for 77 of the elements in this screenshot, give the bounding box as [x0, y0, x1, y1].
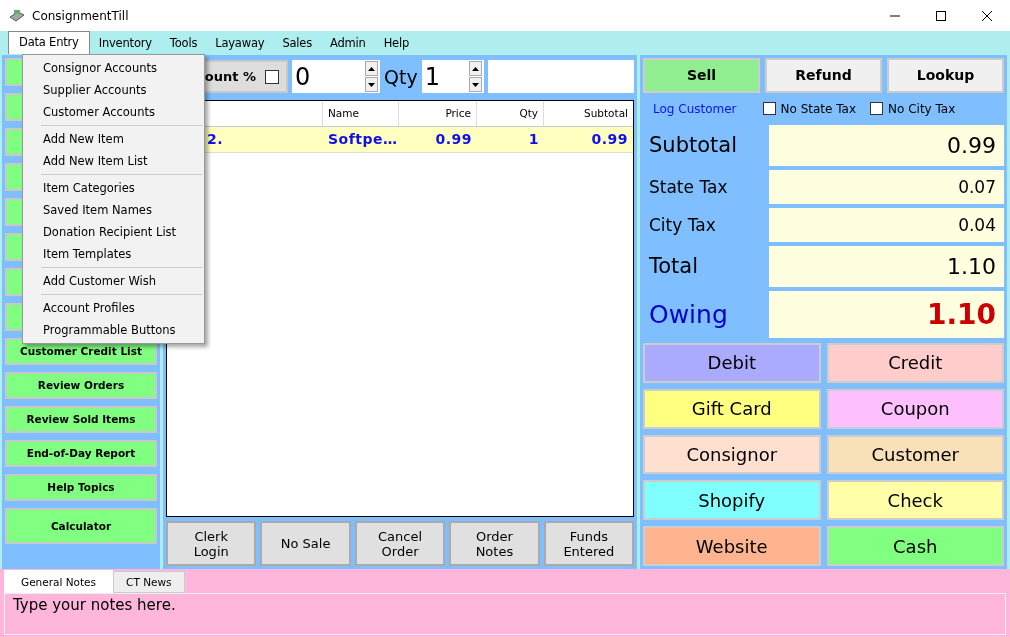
payment-button[interactable]: Credit: [826, 342, 1004, 383]
number-field[interactable]: 1: [421, 60, 484, 94]
menu-item[interactable]: Admin: [321, 31, 375, 54]
tab[interactable]: General Notes: [4, 570, 114, 593]
payment-button[interactable]: Debit: [643, 342, 821, 383]
total-value: 1.10: [769, 245, 1004, 287]
text-field[interactable]: [487, 60, 634, 94]
payment-button[interactable]: Consignor: [643, 434, 821, 475]
menu-entry[interactable]: Customer Accounts: [23, 101, 204, 123]
spin-down-icon[interactable]: [365, 77, 378, 93]
order-button[interactable]: Clerk Login: [166, 521, 257, 566]
payment-button[interactable]: Customer: [826, 434, 1004, 475]
log-customer-link[interactable]: Log Customer: [653, 101, 737, 116]
sidebar-button[interactable]: Help Topics: [5, 473, 157, 501]
menu-entry[interactable]: Add New Item List: [23, 150, 204, 172]
order-button[interactable]: Order Notes: [449, 521, 540, 566]
window-title: ConsignmentTill: [32, 8, 129, 23]
order-button[interactable]: Funds Entered: [543, 521, 635, 566]
total-label: Owing: [648, 299, 729, 329]
mode-button[interactable]: Lookup: [887, 57, 1004, 93]
number-field[interactable]: 0: [292, 60, 380, 94]
app-icon: [8, 8, 26, 23]
menu-entry[interactable]: Account Profiles: [23, 297, 204, 319]
checkbox-label: No State Tax: [780, 101, 857, 116]
menu-entry[interactable]: Donation Recipient List: [23, 221, 204, 243]
menu-item[interactable]: Inventory: [89, 31, 161, 54]
menu-item[interactable]: Tools: [160, 31, 207, 54]
menu-entry[interactable]: Item Categories: [23, 177, 204, 199]
total-label: Subtotal: [648, 133, 738, 158]
spin-down-icon[interactable]: [468, 77, 482, 93]
checkbox[interactable]: [870, 102, 884, 116]
payment-button[interactable]: Check: [826, 480, 1004, 521]
sidebar-button[interactable]: Review Sold Items: [5, 405, 157, 433]
sidebar-button[interactable]: Review Orders: [5, 371, 157, 399]
menu-entry[interactable]: Add Customer Wish: [23, 270, 204, 292]
menu-entry[interactable]: Item Templates: [23, 243, 204, 265]
table-cell-text: 1: [527, 130, 540, 150]
total-value: 1.10: [769, 290, 1004, 338]
table-cell-text: Softpe…: [327, 130, 399, 150]
table-cell-text: 0.99: [590, 130, 629, 150]
spin-up-icon[interactable]: [365, 61, 378, 77]
tab[interactable]: CT News: [113, 571, 185, 593]
total-label: State Tax: [648, 176, 729, 197]
menu-item[interactable]: Sales: [273, 31, 321, 54]
order-button[interactable]: Cancel Order: [354, 521, 446, 566]
payment-button[interactable]: Shopify: [643, 480, 821, 521]
order-button[interactable]: No Sale: [260, 521, 351, 566]
payment-button[interactable]: Coupon: [826, 388, 1004, 429]
table-cell-text: 2.: [206, 130, 225, 150]
checkbox[interactable]: [762, 102, 776, 116]
menu-item[interactable]: Help: [374, 31, 419, 54]
notes-field[interactable]: Type your notes here.: [4, 593, 1006, 635]
sidebar-button[interactable]: End-of-Day Report: [5, 439, 157, 467]
payment-button[interactable]: Gift Card: [643, 388, 821, 429]
qty-label: Qty: [384, 65, 418, 88]
column-header: Price: [399, 100, 477, 126]
menu-item[interactable]: Layaway: [206, 31, 274, 54]
discount-label: ount %: [204, 69, 256, 85]
payment-button[interactable]: Cash: [826, 526, 1004, 566]
total-label: City Tax: [648, 214, 717, 235]
column-header: Name: [323, 100, 399, 126]
menu-entry[interactable]: Saved Item Names: [23, 199, 204, 221]
total-label: Total: [648, 254, 700, 279]
total-value: 0.99: [769, 124, 1004, 166]
spin-up-icon[interactable]: [468, 61, 482, 77]
total-value: 0.07: [769, 169, 1004, 204]
mode-button[interactable]: Sell: [643, 57, 760, 93]
table-cell-text: 0.99: [434, 130, 473, 150]
column-header: Subtotal: [583, 106, 629, 122]
checkbox[interactable]: [265, 69, 279, 84]
sidebar-button[interactable]: Calculator: [5, 507, 157, 544]
mode-button[interactable]: Refund: [765, 57, 882, 93]
payment-button[interactable]: Website: [643, 526, 821, 566]
total-value: 0.04: [769, 207, 1004, 242]
checkbox-label: No City Tax: [888, 101, 956, 116]
column-header: Qty: [477, 100, 544, 126]
menu-item[interactable]: Data Entry: [8, 31, 90, 55]
